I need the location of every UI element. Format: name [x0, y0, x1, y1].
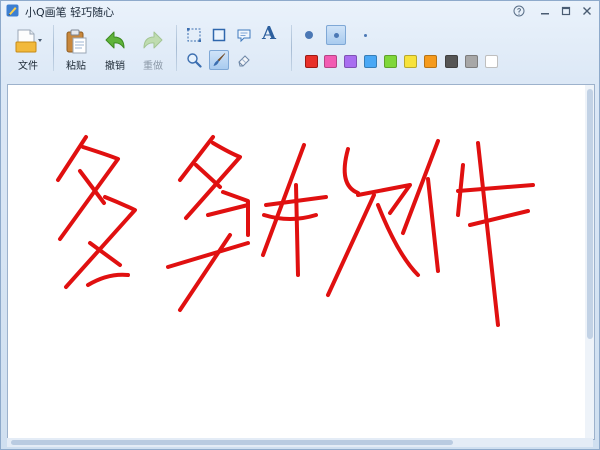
vertical-scrollbar[interactable]: [585, 85, 594, 439]
redo-button[interactable]: 重做: [140, 27, 166, 72]
brush-size-large[interactable]: [299, 25, 319, 45]
undo-button[interactable]: 撤销: [102, 27, 128, 72]
close-icon: [583, 7, 591, 15]
rectangle-tool[interactable]: [209, 25, 229, 45]
color-swatch-light-gray[interactable]: [465, 55, 478, 68]
vertical-scroll-thumb[interactable]: [587, 89, 593, 339]
rectangle-icon: [212, 28, 226, 42]
paste-button[interactable]: 粘贴: [63, 27, 89, 72]
brush-size-small[interactable]: [355, 25, 375, 45]
color-swatch-yellow[interactable]: [404, 55, 417, 68]
paste-icon: [66, 29, 87, 54]
help-button[interactable]: [510, 3, 528, 19]
color-swatch-orange[interactable]: [424, 55, 437, 68]
speech-bubble-tool[interactable]: [234, 25, 254, 45]
main-toolbar: 文件 粘贴 撤销 重做 A: [1, 21, 599, 77]
toolbar-separator: [176, 25, 177, 71]
color-swatch-dark-gray[interactable]: [445, 55, 458, 68]
drawing-canvas[interactable]: [7, 84, 595, 440]
redo-icon: [143, 31, 163, 49]
rect-select-icon: [187, 28, 201, 42]
app-logo-icon: [6, 4, 19, 17]
brush-size-medium-icon: [333, 32, 339, 38]
text-icon: A: [262, 23, 276, 44]
paste-label: 粘贴: [66, 61, 86, 72]
color-swatch-red[interactable]: [305, 55, 318, 68]
eraser-icon: [238, 55, 250, 67]
undo-icon: [105, 31, 125, 49]
color-swatch-green[interactable]: [384, 55, 397, 68]
minimize-button[interactable]: [536, 3, 554, 19]
file-menu-button[interactable]: 文件: [13, 27, 43, 72]
brush-tool[interactable]: [209, 50, 229, 70]
rect-select-tool[interactable]: [184, 25, 204, 45]
horizontal-scroll-thumb[interactable]: [11, 440, 453, 445]
zoom-icon: [187, 53, 202, 68]
window-title: 小Q画笔 轻巧随心: [25, 6, 115, 19]
maximize-icon: [561, 6, 571, 16]
color-swatch-pink[interactable]: [324, 55, 337, 68]
toolbar-separator: [53, 25, 54, 71]
speech-bubble-icon: [237, 29, 251, 43]
brush-size-small-icon: [363, 33, 367, 37]
file-icon: [15, 29, 42, 53]
zoom-tool[interactable]: [184, 50, 204, 70]
close-button[interactable]: [578, 3, 596, 19]
redo-label: 重做: [143, 61, 163, 72]
minimize-icon: [541, 13, 549, 15]
brush-size-large-icon: [305, 31, 313, 39]
title-bar[interactable]: 小Q画笔 轻巧随心: [1, 1, 599, 21]
color-swatch-purple[interactable]: [344, 55, 357, 68]
brush-size-medium[interactable]: [326, 25, 346, 45]
horizontal-scrollbar[interactable]: [7, 438, 593, 447]
canvas-drawing: [56, 135, 535, 327]
brush-icon: [213, 53, 226, 66]
app-window: 小Q画笔 轻巧随心 文件 粘贴 撤销 重做 A: [0, 0, 600, 450]
help-icon: [513, 5, 525, 17]
eraser-tool[interactable]: [234, 50, 254, 70]
maximize-button[interactable]: [557, 3, 575, 19]
text-tool[interactable]: A: [259, 24, 279, 44]
file-label: 文件: [18, 61, 38, 72]
toolbar-separator: [291, 25, 292, 71]
color-swatch-white[interactable]: [485, 55, 498, 68]
color-swatch-blue[interactable]: [364, 55, 377, 68]
undo-label: 撤销: [105, 61, 125, 72]
